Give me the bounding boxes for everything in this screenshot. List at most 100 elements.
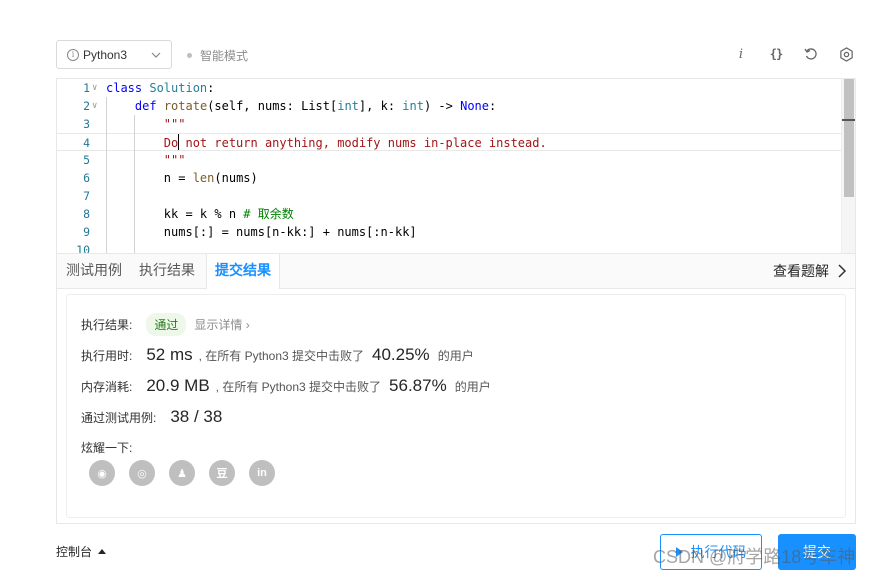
runtime-percentile: 40.25%	[372, 345, 430, 364]
code-line[interactable]: 8 kk = k % n # 取余数	[57, 205, 855, 223]
code-line[interactable]: 10	[57, 241, 855, 253]
chevron-right-icon	[838, 264, 847, 278]
line-number: 6	[83, 171, 90, 185]
test-cases-label: 通过测试用例:	[81, 411, 157, 425]
status-row: 执行结果: 通过 显示详情 ›	[81, 313, 250, 336]
memory-value: 20.9 MB	[146, 376, 210, 395]
line-number: 10	[76, 243, 90, 253]
scrollbar-thumb[interactable]	[844, 79, 854, 197]
code-text: n = len(nums)	[106, 169, 258, 187]
braces-icon[interactable]: {}	[766, 44, 786, 64]
code-text: Do not return anything, modify nums in-p…	[106, 134, 547, 152]
show-details-link[interactable]: 显示详情 ›	[194, 316, 249, 333]
memory-description: , 在所有 Python3 提交中击败了	[215, 380, 382, 394]
code-line[interactable]: 6 n = len(nums)	[57, 169, 855, 187]
code-token: # 取余数	[243, 207, 294, 221]
settings-icon[interactable]	[836, 44, 856, 64]
wechat-icon[interactable]: ◉	[89, 460, 115, 486]
code-token: :	[207, 81, 215, 95]
runtime-description: , 在所有 Python3 提交中击败了	[198, 349, 365, 363]
view-solution-label: 查看题解	[773, 262, 829, 279]
line-number: 8	[83, 207, 90, 221]
code-token: int	[337, 99, 359, 113]
memory-suffix: 的用户	[454, 380, 491, 394]
code-token: nums[:] = nums[n-kk:] + nums[:n-kk]	[106, 225, 417, 239]
code-token: ) ->	[423, 99, 461, 113]
fold-chevron-icon[interactable]: ∨	[92, 97, 102, 115]
editor-toolbar: i Python3 智能模式 i {}	[56, 40, 856, 69]
code-token: :	[489, 99, 497, 113]
runtime-value: 52 ms	[146, 345, 193, 364]
code-line[interactable]: 2 ∨ def rotate(self, nums: List[int], k: …	[57, 97, 855, 115]
linkedin-icon[interactable]: in	[249, 460, 275, 486]
code-token: kk = k % n	[106, 207, 244, 221]
smart-mode-toggle[interactable]: 智能模式	[187, 47, 248, 64]
line-number: 5	[83, 153, 90, 167]
runtime-row: 执行用时: 52 ms , 在所有 Python3 提交中击败了 40.25% …	[81, 345, 474, 365]
tab-submit-result[interactable]: 提交结果	[206, 254, 280, 289]
code-token: None	[460, 99, 489, 113]
line-number: 7	[83, 189, 90, 203]
chevron-down-icon	[151, 52, 161, 58]
code-token: """	[163, 117, 186, 131]
test-cases-row: 通过测试用例: 38 / 38	[81, 407, 228, 427]
code-line[interactable]: 5 """	[57, 151, 855, 169]
share-label: 炫耀一下:	[81, 441, 133, 455]
tab-test-cases[interactable]: 测试用例	[66, 254, 122, 288]
code-editor[interactable]: 10 9 nums[:] = nums[n-kk:] + nums[:n-kk] 8…	[57, 79, 855, 253]
code-line[interactable]: 3 """	[57, 115, 855, 133]
code-token: """	[163, 153, 186, 167]
line-number: 3	[83, 117, 90, 131]
code-line[interactable]: 4 Do not return anything, modify nums in…	[57, 133, 855, 151]
code-line[interactable]: 9 nums[:] = nums[n-kk:] + nums[:n-kk]	[57, 223, 855, 241]
line-number: 2	[83, 99, 90, 113]
code-text: """	[106, 115, 186, 133]
code-token: def	[134, 99, 157, 113]
code-token: class	[106, 81, 143, 95]
code-line[interactable]: 1 ∨ class Solution:	[57, 79, 855, 97]
tab-run-result[interactable]: 执行结果	[139, 254, 195, 288]
weibo-icon[interactable]: ◎	[129, 460, 155, 486]
line-number: 9	[83, 225, 90, 239]
code-token: n =	[106, 171, 193, 185]
submission-result-card: 执行结果: 通过 显示详情 › 执行用时: 52 ms , 在所有 Python…	[66, 294, 846, 518]
text-cursor	[178, 134, 180, 150]
share-icons: ◉ ◎ ♟ 豆 in	[89, 460, 289, 486]
line-number: 1	[83, 81, 90, 95]
memory-row: 内存消耗: 20.9 MB , 在所有 Python3 提交中击败了 56.87…	[81, 376, 491, 396]
test-cases-value: 38 / 38	[170, 407, 223, 426]
watermark: CSDN @府学路18号车神	[653, 547, 856, 567]
status-badge: 通过	[146, 313, 187, 336]
indent-guide	[134, 115, 135, 253]
code-text: def rotate(self, nums: List[int], k: int…	[106, 97, 496, 115]
runtime-suffix: 的用户	[437, 349, 474, 363]
code-line[interactable]: 7	[57, 187, 855, 205]
console-label: 控制台	[56, 545, 93, 559]
language-select[interactable]: i Python3	[56, 40, 172, 69]
memory-percentile: 56.87%	[389, 376, 447, 395]
code-token: (nums)	[214, 171, 258, 185]
code-token: Do not return anything, modify nums in-p…	[163, 136, 547, 150]
qq-icon[interactable]: ♟	[169, 460, 195, 486]
result-tabs: 测试用例 执行结果 提交结果 查看题解	[57, 253, 855, 289]
memory-label: 内存消耗:	[81, 380, 133, 394]
code-token: (self, nums: List[	[207, 99, 338, 113]
language-label: Python3	[83, 47, 128, 62]
scrollbar-cursor-mark	[842, 119, 855, 121]
reset-icon[interactable]	[801, 44, 821, 64]
editor-scrollbar[interactable]	[841, 79, 855, 253]
runtime-label: 执行用时:	[81, 349, 133, 363]
douban-icon[interactable]: 豆	[209, 460, 235, 486]
caret-up-icon	[98, 549, 107, 554]
info-icon[interactable]: i	[731, 44, 751, 64]
view-solution-link[interactable]: 查看题解	[773, 254, 847, 288]
dot-icon	[187, 53, 192, 58]
code-token: rotate	[163, 99, 208, 113]
indent-guide	[106, 97, 107, 253]
code-text: """	[106, 151, 186, 169]
fold-chevron-icon[interactable]: ∨	[92, 79, 102, 97]
console-toggle[interactable]: 控制台	[56, 543, 107, 560]
smart-mode-label: 智能模式	[200, 49, 249, 63]
toolbar-icons: i {}	[716, 44, 856, 64]
